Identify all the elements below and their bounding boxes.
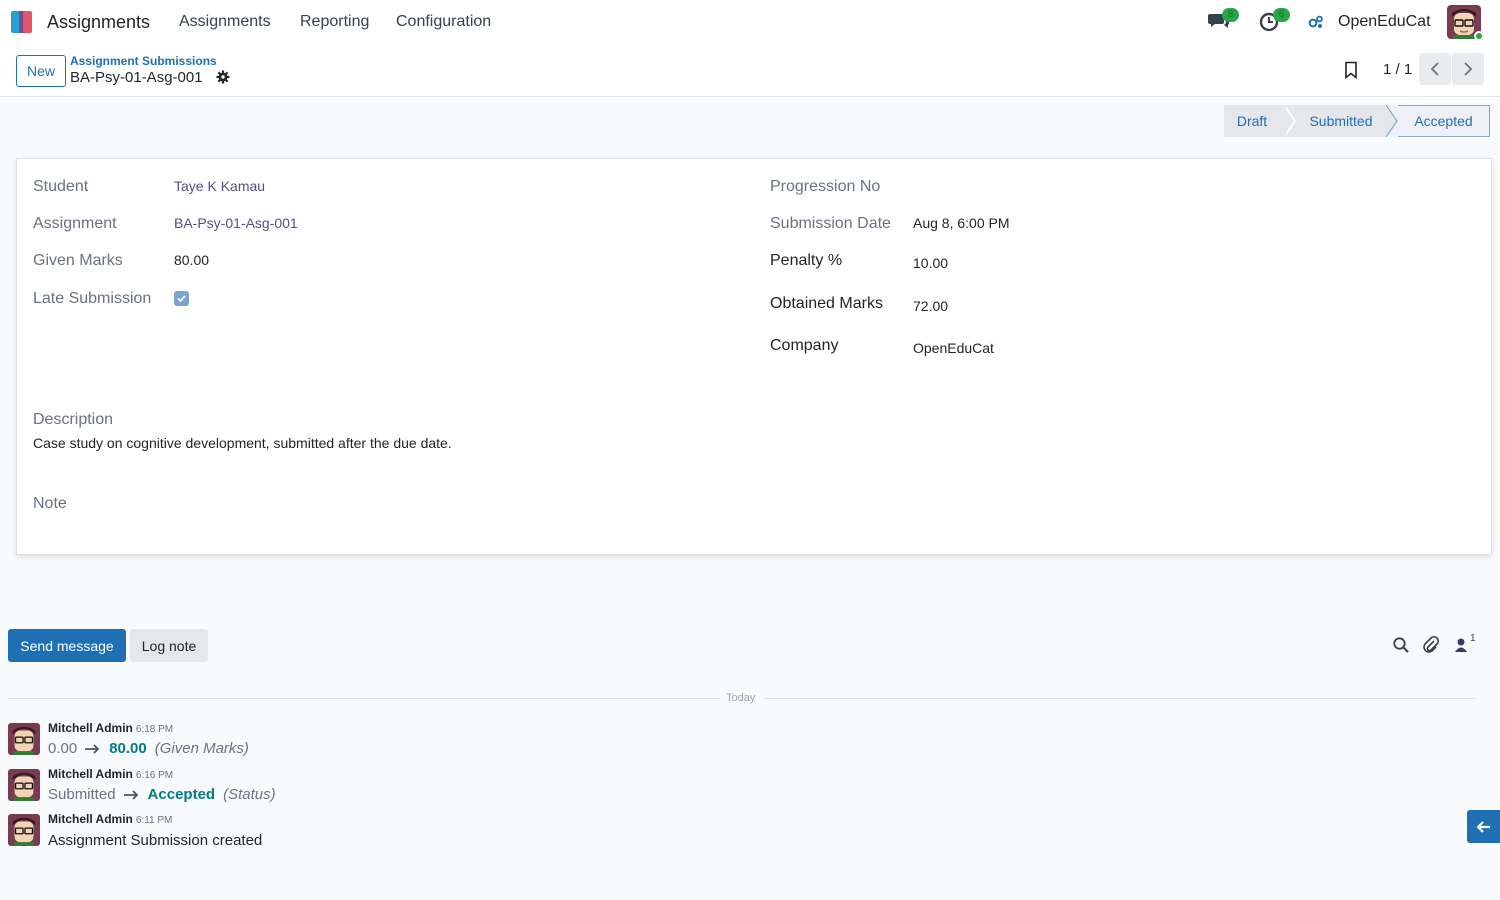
- paperclip-icon[interactable]: [1422, 636, 1440, 654]
- pager-next-button[interactable]: [1452, 53, 1484, 85]
- company-field[interactable]: OpenEduCat: [913, 340, 994, 356]
- send-message-button[interactable]: Send message: [8, 629, 126, 662]
- menu-configuration[interactable]: Configuration: [396, 13, 491, 31]
- message-time: 6:18 PM: [135, 724, 174, 735]
- message-author[interactable]: Mitchell Admin 6:18 PM: [48, 721, 173, 735]
- control-panel: New Assignment Submissions BA-Psy-01-Asg…: [0, 46, 1500, 97]
- arrow-right-icon: [85, 743, 100, 754]
- log-note-button[interactable]: Log note: [130, 629, 208, 662]
- assignment-field[interactable]: BA-Psy-01-Asg-001: [174, 215, 298, 231]
- tracking-new-value: 80.00: [109, 740, 147, 757]
- collapse-chatter-button[interactable]: [1467, 810, 1500, 843]
- menu-reporting[interactable]: Reporting: [300, 13, 369, 31]
- new-button[interactable]: New: [16, 55, 66, 87]
- search-icon[interactable]: [1392, 636, 1410, 654]
- company-switch-icon[interactable]: [1308, 14, 1324, 30]
- message-time: 6:16 PM: [135, 770, 174, 781]
- followers-count: 1: [1470, 633, 1476, 644]
- stage-accepted[interactable]: Accepted: [1398, 105, 1490, 137]
- arrow-left-icon: [1476, 820, 1490, 833]
- online-status-dot: [1474, 31, 1484, 41]
- late-submission-checkbox[interactable]: [174, 291, 189, 306]
- tracking-field-name: (Status): [223, 786, 276, 803]
- messages-systray[interactable]: 8: [1208, 8, 1239, 35]
- separator-line-right: [764, 698, 1476, 699]
- separator-line-left: [8, 698, 720, 699]
- message-avatar[interactable]: [8, 814, 40, 846]
- followers-icon[interactable]: [1453, 636, 1471, 654]
- form-sheet: Student Taye K Kamau Assignment BA-Psy-0…: [16, 158, 1492, 555]
- messages-badge: 8: [1222, 8, 1239, 22]
- breadcrumb-current: BA-Psy-01-Asg-001: [70, 69, 203, 86]
- checkmark-icon: [177, 295, 186, 303]
- stage-accepted-label: Accepted: [1414, 113, 1473, 129]
- message-author[interactable]: Mitchell Admin 6:16 PM: [48, 767, 173, 781]
- activities-badge: 6: [1273, 8, 1290, 22]
- late-submission-label: Late Submission: [33, 290, 152, 307]
- date-separator: Today: [726, 692, 756, 704]
- breadcrumb-parent[interactable]: Assignment Submissions: [70, 54, 217, 68]
- note-label: Note: [33, 495, 67, 512]
- activities-systray[interactable]: 6: [1259, 8, 1290, 35]
- tracking-change: Submitted Accepted (Status): [48, 786, 276, 803]
- pager-previous-button[interactable]: [1419, 53, 1451, 85]
- company-label: Company: [770, 337, 839, 354]
- obtained-marks-label: Obtained Marks: [770, 295, 883, 312]
- description-label: Description: [33, 411, 114, 428]
- message-time: 6:11 PM: [135, 815, 173, 826]
- submission-date-field[interactable]: Aug 8, 6:00 PM: [913, 215, 1010, 231]
- penalty-field[interactable]: 10.00: [913, 255, 948, 271]
- penalty-label: Penalty %: [770, 252, 843, 269]
- student-label: Student: [33, 178, 89, 195]
- stage-draft-label: Draft: [1236, 113, 1268, 129]
- assignment-label: Assignment: [33, 215, 117, 232]
- student-field[interactable]: Taye K Kamau: [174, 178, 265, 194]
- stage-draft[interactable]: Draft: [1224, 105, 1286, 137]
- message-author-name: Mitchell Admin: [48, 767, 133, 781]
- bookmark-icon[interactable]: [1343, 61, 1359, 79]
- user-face-icon: [8, 723, 40, 755]
- tracking-new-value: Accepted: [147, 786, 216, 803]
- status-bar: Draft Submitted Accepted: [1224, 105, 1490, 137]
- top-navbar: Assignments Assignments Reporting Config…: [0, 0, 1500, 46]
- chevron-right-icon: [1464, 62, 1473, 76]
- description-field[interactable]: Case study on cognitive development, sub…: [33, 435, 452, 451]
- progression-label: Progression No: [770, 178, 881, 195]
- stage-submitted-label: Submitted: [1309, 113, 1373, 129]
- message-avatar[interactable]: [8, 769, 40, 801]
- submission-date-label: Submission Date: [770, 215, 891, 232]
- app-name[interactable]: Assignments: [47, 12, 150, 33]
- tracking-change: 0.00 80.00 (Given Marks): [48, 740, 249, 757]
- gear-icon[interactable]: [216, 70, 230, 84]
- tracking-old-value: 0.00: [48, 740, 78, 757]
- user-face-icon: [8, 814, 40, 846]
- given-marks-field[interactable]: 80.00: [174, 252, 209, 268]
- stage-arrow-2: [1386, 105, 1398, 137]
- given-marks-label: Given Marks: [33, 252, 123, 269]
- company-name[interactable]: OpenEduCat: [1338, 13, 1431, 31]
- pager-value[interactable]: 1 / 1: [1383, 61, 1412, 78]
- message-author[interactable]: Mitchell Admin 6:11 PM: [48, 812, 172, 826]
- message-author-name: Mitchell Admin: [48, 812, 133, 826]
- chevron-left-icon: [1430, 62, 1439, 76]
- message-avatar[interactable]: [8, 723, 40, 755]
- message-author-name: Mitchell Admin: [48, 721, 133, 735]
- message-text: Assignment Submission created: [48, 832, 263, 849]
- menu-assignments[interactable]: Assignments: [179, 13, 271, 31]
- assignments-app-icon[interactable]: [10, 9, 36, 35]
- user-face-icon: [8, 769, 40, 801]
- stage-submitted[interactable]: Submitted: [1296, 105, 1386, 137]
- obtained-marks-field[interactable]: 72.00: [913, 298, 948, 314]
- tracking-field-name: (Given Marks): [154, 740, 249, 757]
- arrow-right-icon: [123, 789, 138, 800]
- tracking-old-value: Submitted: [48, 786, 116, 803]
